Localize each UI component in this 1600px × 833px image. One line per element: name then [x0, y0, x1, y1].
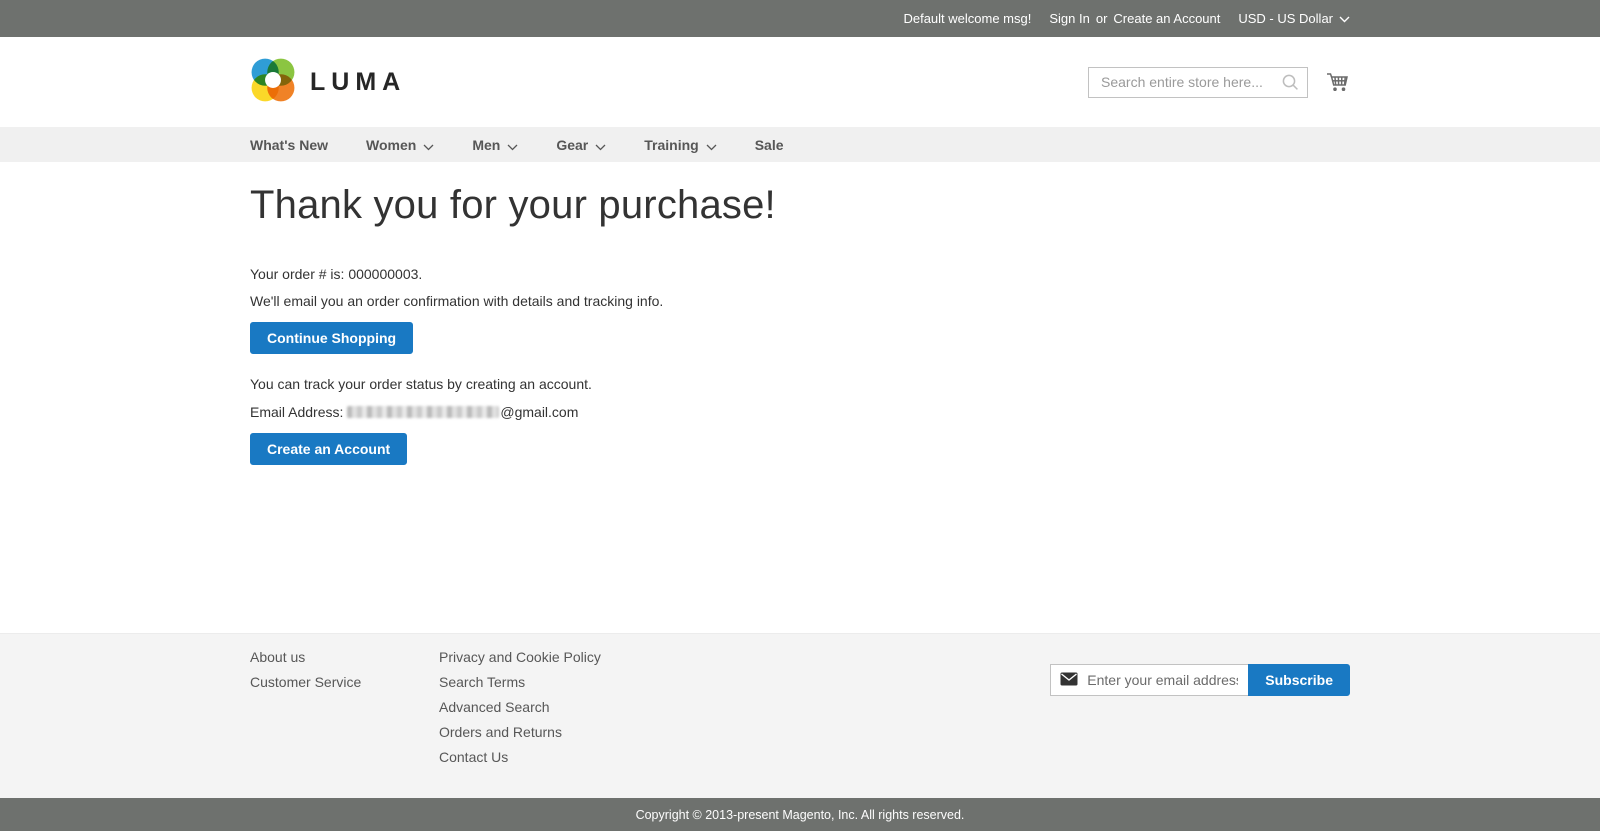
page-title: Thank you for your purchase!	[250, 183, 1350, 228]
chevron-down-icon	[1339, 11, 1350, 26]
nav-label: Sale	[755, 137, 784, 153]
nav-label: Women	[366, 137, 416, 153]
currency-label: USD - US Dollar	[1238, 11, 1333, 26]
nav-item-gear[interactable]: Gear	[537, 127, 625, 162]
sign-in-link[interactable]: Sign In	[1049, 11, 1089, 26]
footer-link-privacy-policy[interactable]: Privacy and Cookie Policy	[439, 647, 601, 667]
newsletter-signup: Subscribe	[1050, 647, 1350, 772]
create-account-button[interactable]: Create an Account	[250, 433, 407, 465]
checkout-success-content: Thank you for your purchase! Your order …	[0, 162, 1600, 633]
store-logo[interactable]: LUMA	[250, 57, 406, 108]
newsletter-email-input[interactable]	[1050, 664, 1248, 696]
currency-switcher[interactable]: USD - US Dollar	[1238, 11, 1350, 26]
email-address-line: Email Address: @gmail.com	[250, 402, 1350, 422]
footer-link-orders-returns[interactable]: Orders and Returns	[439, 722, 601, 742]
footer-link-advanced-search[interactable]: Advanced Search	[439, 697, 601, 717]
footer-links-column-2: Privacy and Cookie Policy Search Terms A…	[439, 647, 601, 772]
subscribe-button[interactable]: Subscribe	[1248, 664, 1350, 696]
create-account-link[interactable]: Create an Account	[1113, 11, 1220, 26]
nav-item-men[interactable]: Men	[453, 127, 537, 162]
nav-label: Men	[472, 137, 500, 153]
nav-item-women[interactable]: Women	[347, 127, 453, 162]
footer-link-customer-service[interactable]: Customer Service	[250, 672, 439, 692]
order-number-text: Your order # is: 000000003.	[250, 264, 1350, 284]
email-address-label: Email Address:	[250, 404, 343, 420]
search-box	[1088, 67, 1308, 98]
main-navigation: What's New Women Men Gear Training	[0, 127, 1600, 162]
footer-link-about-us[interactable]: About us	[250, 647, 439, 667]
chevron-down-icon	[423, 138, 434, 154]
header: LUMA	[0, 37, 1600, 127]
chevron-down-icon	[507, 138, 518, 154]
nav-item-training[interactable]: Training	[625, 127, 735, 162]
luma-logo-icon	[250, 57, 296, 108]
redacted-email-username	[347, 406, 499, 418]
cart-icon[interactable]	[1324, 69, 1350, 95]
welcome-message: Default welcome msg!	[903, 11, 1031, 26]
top-panel: Default welcome msg! Sign In or Create a…	[0, 0, 1600, 37]
search-icon[interactable]	[1281, 73, 1300, 97]
continue-shopping-button[interactable]: Continue Shopping	[250, 322, 413, 354]
nav-item-sale[interactable]: Sale	[736, 127, 803, 162]
search-input[interactable]	[1088, 67, 1308, 98]
copyright-text: Copyright © 2013-present Magento, Inc. A…	[636, 808, 965, 822]
confirmation-note: We'll email you an order confirmation wi…	[250, 291, 1350, 311]
nav-label: Gear	[556, 137, 588, 153]
footer: About us Customer Service Privacy and Co…	[0, 633, 1600, 798]
logo-text: LUMA	[310, 68, 406, 97]
footer-link-search-terms[interactable]: Search Terms	[439, 672, 601, 692]
track-order-note: You can track your order status by creat…	[250, 374, 1350, 394]
envelope-icon	[1060, 672, 1078, 691]
or-text: or	[1096, 11, 1108, 26]
email-domain: @gmail.com	[500, 404, 578, 420]
nav-item-whats-new[interactable]: What's New	[250, 127, 347, 162]
nav-label: Training	[644, 137, 698, 153]
chevron-down-icon	[595, 138, 606, 154]
footer-link-contact-us[interactable]: Contact Us	[439, 747, 601, 767]
nav-label: What's New	[250, 137, 328, 153]
copyright-bar: Copyright © 2013-present Magento, Inc. A…	[0, 798, 1600, 831]
footer-links-column-1: About us Customer Service	[250, 647, 439, 772]
chevron-down-icon	[706, 138, 717, 154]
